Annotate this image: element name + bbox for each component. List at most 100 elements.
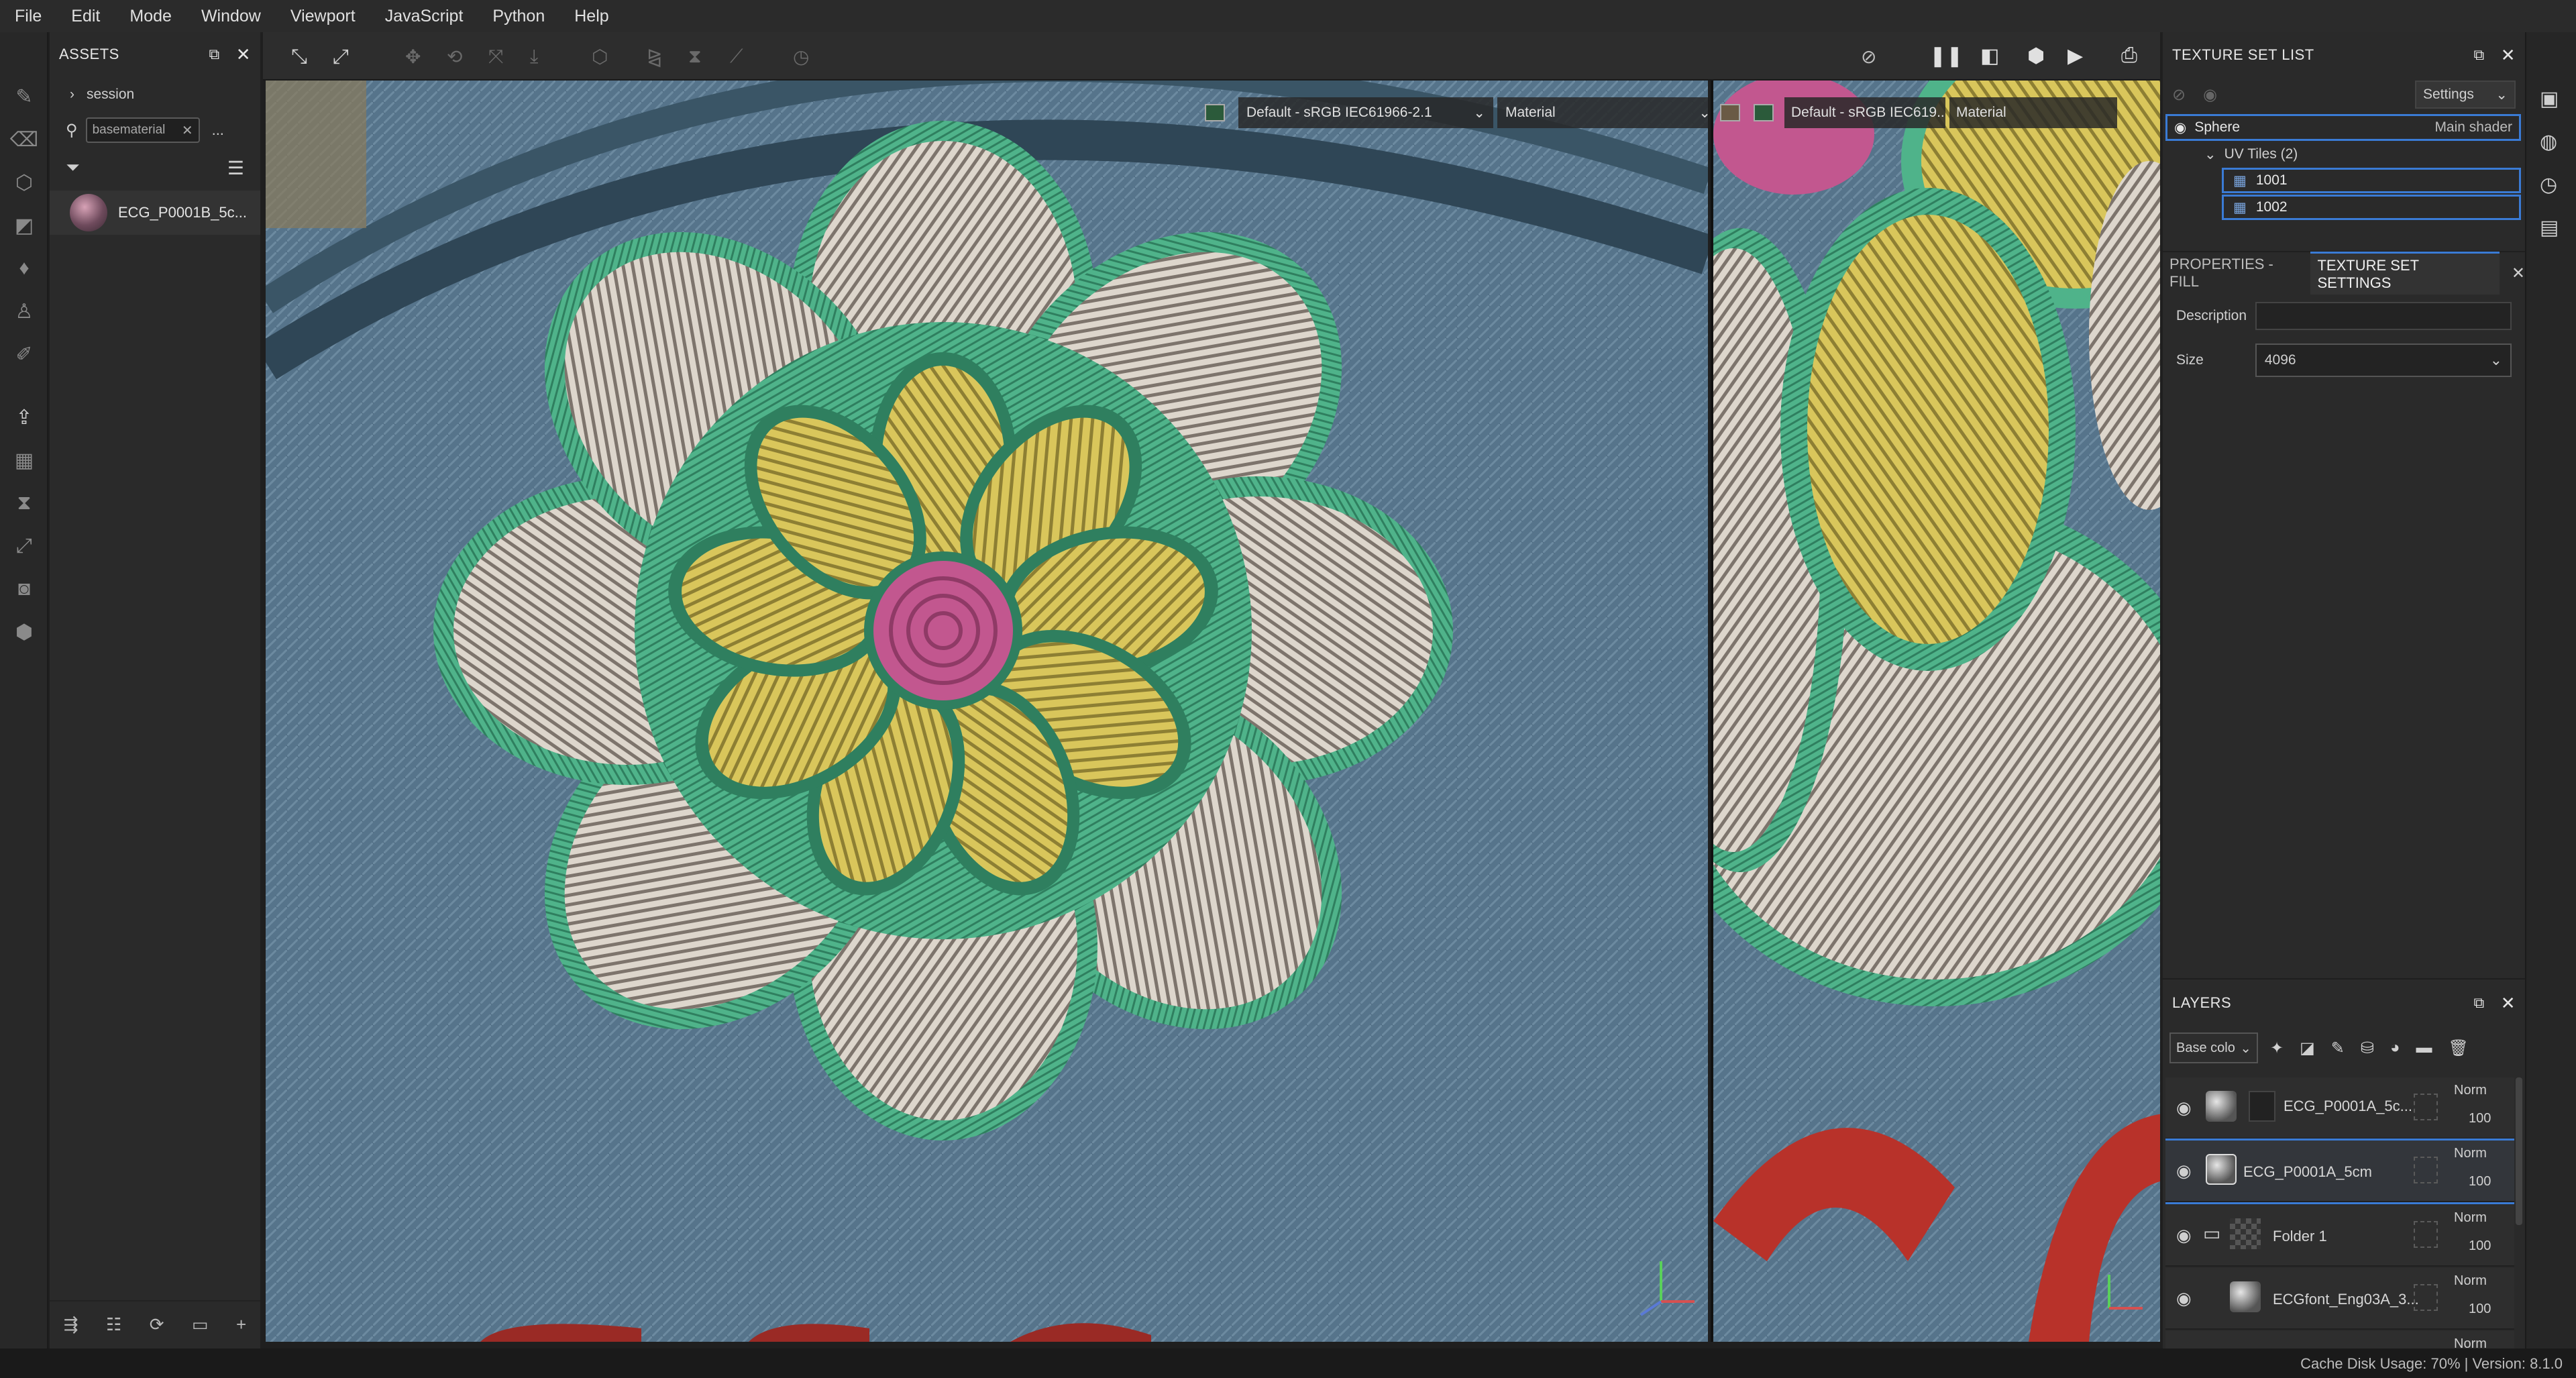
history-icon[interactable]: ◷ [2540, 173, 2557, 197]
more-options-button[interactable]: ... [212, 121, 224, 139]
menu-python[interactable]: Python [478, 7, 559, 26]
display-3d-icon[interactable]: ⬢ [2027, 44, 2045, 68]
move-icon[interactable]: ✥ [405, 46, 421, 68]
add-fill-layer-icon[interactable]: ⛁ [2361, 1039, 2374, 1058]
eye-icon[interactable]: ◉ [2176, 1161, 2196, 1181]
blend-mode[interactable]: Norm [2454, 1210, 2487, 1226]
color-picker-icon[interactable]: ✐ [12, 342, 36, 366]
shader-settings-icon[interactable]: ◍ [2540, 130, 2557, 154]
close-icon[interactable]: ✕ [236, 44, 251, 65]
eye-icon[interactable]: ◉ [2203, 85, 2217, 105]
menu-help[interactable]: Help [559, 7, 623, 26]
viewport-2d[interactable]: Default - sRGB IEC619... Material [1711, 81, 2160, 1342]
display-settings-icon[interactable]: ◙ [12, 577, 36, 601]
blend-mode[interactable]: Norm [2454, 1146, 2487, 1161]
shader-settings-icon[interactable]: ⬢ [12, 620, 36, 644]
layout-icon[interactable] [1720, 104, 1740, 121]
opacity-value[interactable]: 100 [2469, 1302, 2491, 1317]
layer-row-selected[interactable]: ◉ ECG_P0001A_5cm Norm 100 [2165, 1138, 2514, 1204]
visibility-off-icon[interactable]: ⊘ [2172, 85, 2186, 105]
split-view-icon[interactable]: ◧ [1980, 44, 1999, 68]
opacity-value[interactable]: 100 [2469, 1111, 2491, 1126]
blend-mode[interactable]: Norm [2454, 1083, 2487, 1098]
undock-icon[interactable]: ⧉ [2473, 994, 2484, 1012]
colorspace-dropdown-2d[interactable]: Default - sRGB IEC619... [1784, 97, 1945, 128]
reset-icon[interactable]: ◷ [793, 46, 809, 68]
polygon-fill-icon[interactable]: ◩ [12, 213, 36, 237]
viewport-3d[interactable]: Default - sRGB IEC61966-2.1 ⌄ Material ⌄ [266, 81, 1708, 1342]
opacity-value[interactable]: 100 [2469, 1174, 2491, 1189]
layer-row[interactable]: ◉ ECG_P0001A_5c... Norm 100 [2165, 1077, 2514, 1139]
breadcrumb[interactable]: › session [50, 76, 260, 113]
object-icon[interactable]: ⬡ [592, 46, 608, 68]
channel-dropdown[interactable]: Base colo ⌄ [2169, 1032, 2258, 1063]
link-icon[interactable]: ⤢ [12, 534, 36, 558]
add-icon[interactable]: + [236, 1314, 246, 1335]
size-dropdown[interactable]: 4096 ⌄ [2255, 343, 2512, 377]
opacity-value[interactable]: 100 [2469, 1238, 2491, 1254]
eraser-icon[interactable]: ⌫ [10, 127, 38, 152]
camera-video-icon[interactable]: ▶ [2068, 44, 2083, 68]
eye-icon[interactable]: ◉ [2176, 1098, 2196, 1118]
close-icon[interactable]: ✕ [2501, 45, 2516, 66]
eye-icon[interactable]: ◉ [2174, 119, 2186, 136]
import-resources-icon[interactable]: ⇶ [64, 1314, 78, 1335]
colorspace-dropdown[interactable]: Default - sRGB IEC61966-2.1 ⌄ [1238, 97, 1493, 128]
menu-edit[interactable]: Edit [56, 7, 115, 26]
log-icon[interactable]: ▤ [2540, 216, 2559, 240]
mirror-y-icon[interactable]: ⧗ [688, 46, 702, 68]
tab-texture-set-settings[interactable]: TEXTURE SET SETTINGS [2310, 252, 2500, 295]
blend-mode[interactable]: Norm [2454, 1273, 2487, 1289]
snap-icon[interactable]: ⤓ [530, 46, 538, 68]
eye-icon[interactable]: ◉ [2176, 1225, 2196, 1245]
menu-mode[interactable]: Mode [115, 7, 186, 26]
symmetry-icon[interactable]: ⟋ [730, 46, 743, 68]
list-view-icon[interactable]: ☰ [227, 157, 244, 179]
add-smart-material-icon[interactable]: ◕ [2390, 1039, 2400, 1057]
history-icon[interactable]: ⧗ [12, 491, 36, 515]
close-icon[interactable]: ✕ [2501, 993, 2516, 1014]
clear-search-icon[interactable]: ✕ [182, 122, 193, 139]
transform-options-icon[interactable]: ⤢ [333, 46, 349, 68]
scale-icon[interactable]: ⤧ [488, 46, 503, 68]
layers-scrollbar[interactable] [2516, 1077, 2522, 1225]
search-input[interactable]: basematerial ✕ [85, 117, 200, 143]
description-field[interactable] [2255, 302, 2512, 330]
menu-javascript[interactable]: JavaScript [370, 7, 478, 26]
add-effect-icon[interactable]: ✦ [2270, 1039, 2284, 1058]
undock-icon[interactable]: ⧉ [2473, 46, 2484, 64]
transform-icon[interactable]: ⤡ [291, 46, 307, 68]
mirror-x-icon[interactable]: ⧎ [647, 46, 662, 68]
delete-icon[interactable]: 🗑 [2449, 1039, 2469, 1058]
shader-name[interactable]: Main shader [2434, 119, 2512, 136]
export-icon[interactable]: ⇪ [12, 405, 36, 429]
clone-stamp-icon[interactable]: ♙ [12, 299, 36, 323]
display-mode-dropdown-2d[interactable]: Material [1949, 97, 2117, 128]
add-paint-layer-icon[interactable]: ✎ [2331, 1039, 2345, 1058]
folder-icon[interactable]: ▭ [2203, 1222, 2220, 1244]
eye-icon[interactable]: ◉ [2176, 1288, 2196, 1308]
pause-icon[interactable]: ❚❚ [1929, 44, 1963, 68]
asset-list-item[interactable]: ECG_P0001B_5c... [50, 191, 260, 235]
uv-tiles-row[interactable]: ⌄ UV Tiles (2) [2163, 141, 2525, 168]
hide-icon[interactable]: ⊘ [1861, 46, 1876, 68]
paint-brush-icon[interactable]: ✎ [12, 85, 36, 109]
menu-viewport[interactable]: Viewport [276, 7, 370, 26]
settings-dropdown[interactable]: Settings ⌄ [2415, 81, 2516, 109]
layer-row[interactable]: ◉ ECGfont_Eng03A_3... Norm 100 [2165, 1268, 2514, 1330]
bake-icon[interactable]: ▦ [12, 448, 36, 472]
texture-set-row[interactable]: ◉ Sphere Main shader [2165, 114, 2521, 141]
display-settings-icon[interactable]: ▣ [2540, 87, 2559, 111]
tab-properties-fill[interactable]: PROPERTIES - FILL [2163, 256, 2310, 290]
add-folder-icon[interactable]: ▬ [2416, 1039, 2432, 1057]
menu-file[interactable]: File [0, 7, 56, 26]
new-library-icon[interactable]: ☷ [106, 1314, 121, 1335]
filter-icon[interactable]: ⏷ [66, 157, 80, 178]
display-mode-dropdown[interactable]: Material ⌄ [1497, 97, 1708, 128]
new-folder-icon[interactable]: ▭ [192, 1314, 209, 1335]
smudge-icon[interactable]: ♦ [12, 256, 36, 280]
screenshot-icon[interactable]: ⎙ [2121, 44, 2137, 67]
uv-tile-item[interactable]: ▦ 1002 [2222, 195, 2521, 220]
refresh-icon[interactable]: ⟳ [150, 1314, 164, 1335]
menu-window[interactable]: Window [186, 7, 276, 26]
